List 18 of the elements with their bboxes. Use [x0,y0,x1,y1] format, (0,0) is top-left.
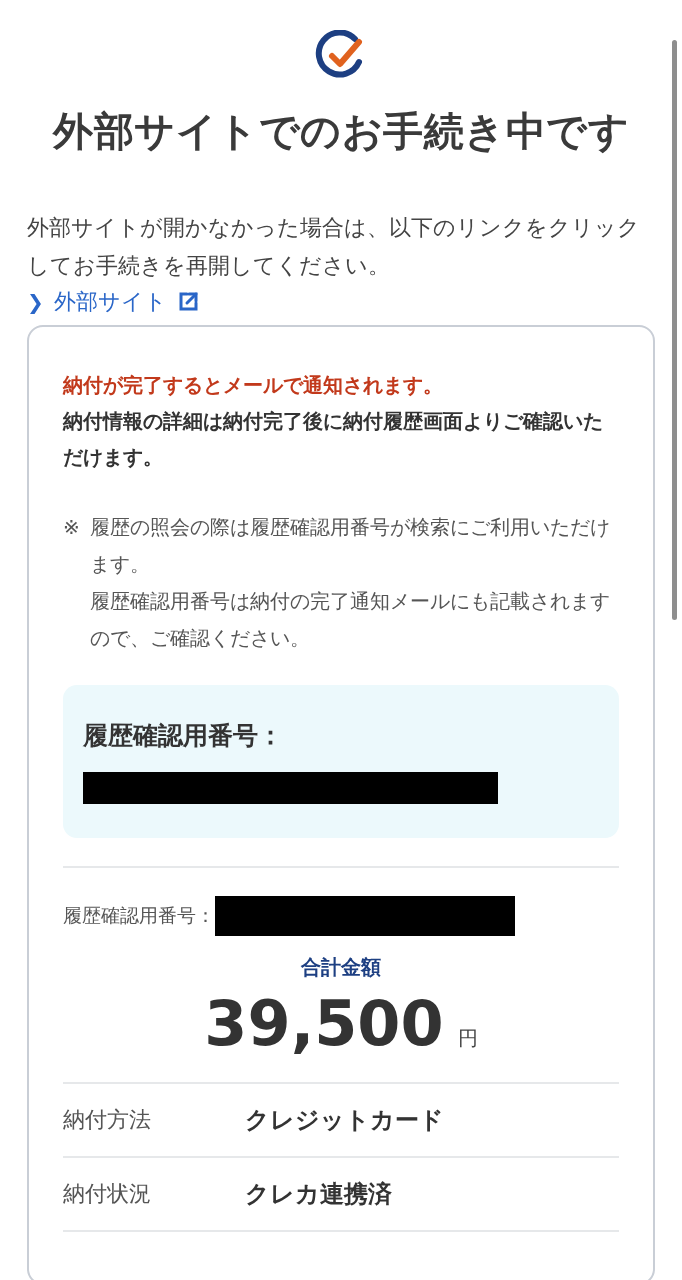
currency-unit: 円 [457,1025,478,1052]
note-text: 履歴確認用番号は納付の完了通知メールにも記載されますので、ご確認ください。 [89,588,611,652]
external-site-link[interactable]: ❯ 外部サイト [27,287,199,317]
reference-number-label: 履歴確認用番号： [63,903,215,928]
detail-label: 納付状況 [63,1180,152,1208]
scrollbar[interactable] [672,40,677,620]
total-amount: 39,500 [204,987,444,1060]
total-label: 合計金額 [301,954,381,981]
reference-number-label: 履歴確認用番号： [83,720,284,752]
email-notice-text: 納付が完了するとメールで通知されます。 [63,372,444,399]
detail-label: 納付方法 [63,1106,152,1134]
detail-value: クレカ連携済 [245,1179,392,1210]
note-mark: ※ [63,514,80,541]
detail-value: クレジットカード [245,1105,444,1136]
note-text: 履歴の照会の際は履歴確認用番号が検索にご利用いただけます。 [89,514,611,578]
page-title: 外部サイトでのお手続き中です [51,107,630,156]
intro-text: 外部サイトが開かなかった場合は、以下のリンクをクリックしてお手続きを再開してください。 [27,214,641,280]
detail-notice-text: 納付情報の詳細は納付完了後に納付履歴画面よりご確認いただけます。 [63,408,604,471]
